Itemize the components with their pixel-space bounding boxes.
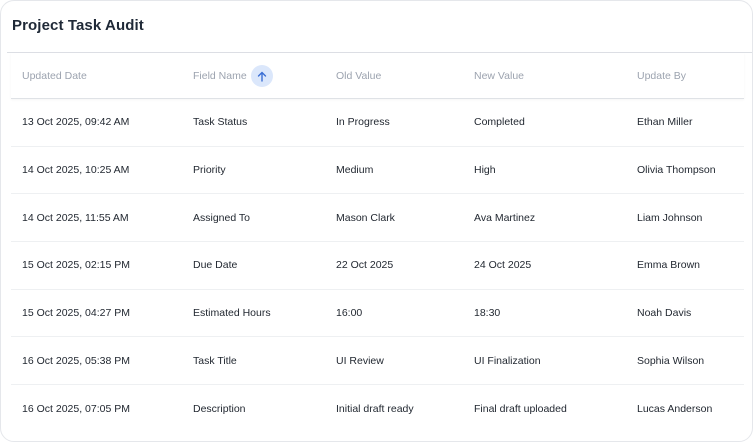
cell-updated-date: 14 Oct 2025, 10:25 AM xyxy=(22,164,130,177)
cell-update-by: Lucas Anderson xyxy=(637,402,713,415)
cell-new-value: UI Finalization xyxy=(474,354,541,367)
cell-new-value: Completed xyxy=(474,116,525,129)
cell-updated-date: 13 Oct 2025, 09:42 AM xyxy=(22,116,130,129)
cell-field-name: Due Date xyxy=(193,259,238,272)
cell-update-by: Emma Brown xyxy=(637,259,701,272)
cell-update-by: Olivia Thompson xyxy=(637,164,716,177)
sort-ascending-button[interactable] xyxy=(251,65,273,87)
cell-field-name: Priority xyxy=(193,164,226,177)
cell-old-value: In Progress xyxy=(336,116,390,129)
table-row[interactable]: 16 Oct 2025, 05:38 PM Task Title UI Revi… xyxy=(11,337,744,386)
cell-update-by: Liam Johnson xyxy=(637,211,703,224)
cell-new-value: Final draft uploaded xyxy=(474,402,567,415)
cell-field-name: Description xyxy=(193,402,246,415)
column-header-update-by[interactable]: Update By xyxy=(637,70,686,82)
cell-new-value: Ava Martinez xyxy=(474,211,536,224)
cell-field-name: Estimated Hours xyxy=(193,307,271,320)
table-row[interactable]: 14 Oct 2025, 11:55 AM Assigned To Mason … xyxy=(11,194,744,243)
cell-old-value: Initial draft ready xyxy=(336,402,414,415)
column-header-updated-date[interactable]: Updated Date xyxy=(22,70,87,82)
cell-update-by: Noah Davis xyxy=(637,307,692,320)
cell-old-value: Mason Clark xyxy=(336,211,395,224)
column-header-new-value[interactable]: New Value xyxy=(474,70,524,82)
cell-updated-date: 16 Oct 2025, 05:38 PM xyxy=(22,354,130,367)
table-row[interactable]: 15 Oct 2025, 02:15 PM Due Date 22 Oct 20… xyxy=(11,242,744,290)
table-header: Updated Date Field Name Old Value New Va… xyxy=(11,53,744,99)
cell-new-value: 18:30 xyxy=(474,307,501,320)
cell-new-value: High xyxy=(474,164,496,177)
cell-update-by: Ethan Miller xyxy=(637,116,693,129)
cell-field-name: Task Title xyxy=(193,354,237,367)
cell-old-value: 22 Oct 2025 xyxy=(336,259,394,272)
cell-old-value: UI Review xyxy=(336,354,384,367)
column-header-field-name[interactable]: Field Name xyxy=(193,70,247,82)
cell-new-value: 24 Oct 2025 xyxy=(474,259,532,272)
table-row[interactable]: 14 Oct 2025, 10:25 AM Priority Medium Hi… xyxy=(11,147,744,195)
cell-old-value: 16:00 xyxy=(336,307,363,320)
table-row[interactable]: 13 Oct 2025, 09:42 AM Task Status In Pro… xyxy=(11,99,744,147)
cell-old-value: Medium xyxy=(336,164,374,177)
cell-field-name: Assigned To xyxy=(193,211,251,224)
arrow-up-icon xyxy=(257,71,267,82)
cell-updated-date: 14 Oct 2025, 11:55 AM xyxy=(22,211,129,224)
cell-updated-date: 15 Oct 2025, 02:15 PM xyxy=(22,259,130,272)
cell-update-by: Sophia Wilson xyxy=(637,354,705,367)
audit-card: Project Task Audit Updated Date Field Na… xyxy=(0,0,753,442)
table-row[interactable]: 15 Oct 2025, 04:27 PM Estimated Hours 16… xyxy=(11,290,744,338)
cell-updated-date: 15 Oct 2025, 04:27 PM xyxy=(22,307,130,320)
audit-table: Updated Date Field Name Old Value New Va… xyxy=(11,53,744,433)
table-row[interactable]: 16 Oct 2025, 07:05 PM Description Initia… xyxy=(11,385,744,433)
cell-field-name: Task Status xyxy=(193,116,248,129)
cell-updated-date: 16 Oct 2025, 07:05 PM xyxy=(22,402,130,415)
page-title: Project Task Audit xyxy=(12,17,144,34)
column-header-old-value[interactable]: Old Value xyxy=(336,70,381,82)
